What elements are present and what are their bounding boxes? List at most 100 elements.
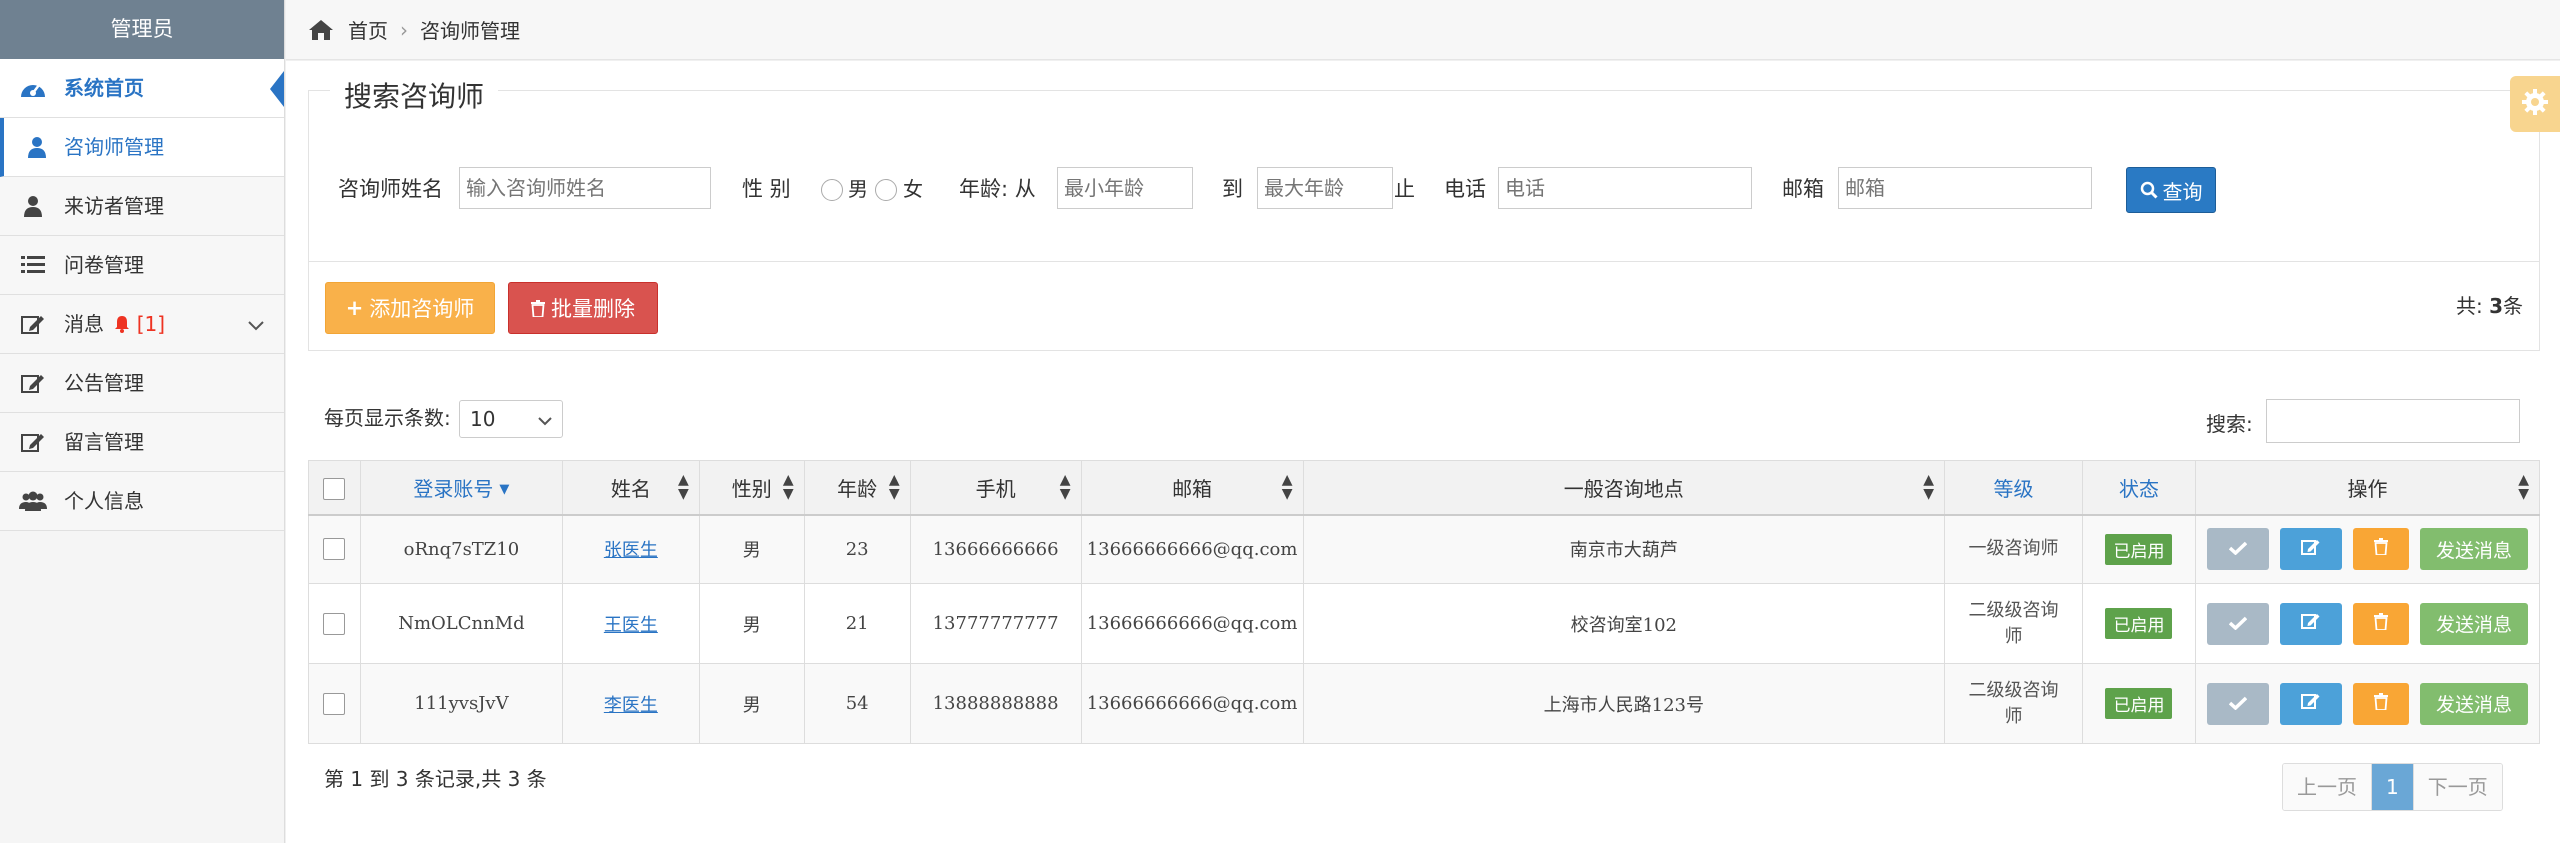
query-button[interactable]: 查询 (2126, 167, 2216, 213)
total-suffix: 条 (2503, 294, 2523, 318)
sidebar-item-profile[interactable]: 个人信息 (0, 472, 284, 531)
counselor-name-link[interactable]: 王医生 (604, 615, 658, 636)
gender-female-radio[interactable] (875, 179, 897, 201)
grade-cell: 二级级咨询师 (1944, 663, 2084, 744)
trash-icon (2373, 692, 2388, 715)
column-header-label: 性别 (731, 476, 772, 501)
batch-delete-button[interactable]: 批量删除 (508, 282, 658, 334)
delete-button[interactable] (2352, 602, 2409, 645)
edit-icon (2300, 612, 2321, 635)
message-count-badge: [1] (136, 312, 166, 336)
gender-cell: 男 (698, 583, 805, 664)
counselor-name-input[interactable] (459, 167, 711, 209)
age-to-label: 到 (1222, 177, 1243, 201)
edit-button[interactable] (2279, 602, 2342, 645)
page-number-button[interactable]: 1 (2372, 764, 2414, 810)
sidebar-item-label: 咨询师管理 (64, 135, 164, 159)
send-message-button[interactable]: 发送消息 (2419, 602, 2528, 645)
sidebar-item-comments[interactable]: 留言管理 (0, 413, 284, 472)
sidebar-item-label: 留言管理 (64, 430, 144, 454)
search-icon (2140, 178, 2163, 202)
approve-button[interactable] (2206, 528, 2269, 571)
sidebar-item-label: 公告管理 (64, 371, 144, 395)
age-cell: 23 (803, 514, 911, 584)
approve-button[interactable] (2206, 602, 2269, 645)
sidebar-item-visitors[interactable]: 来访者管理 (0, 177, 284, 236)
column-header-gender[interactable]: 性别 ▲ ▼ (698, 460, 805, 516)
prev-page-button[interactable]: 上一页 (2283, 764, 2372, 810)
column-header-email[interactable]: 邮箱 ▲ ▼ (1080, 460, 1304, 516)
account-cell: oRnq7sTZ10 (359, 514, 563, 584)
sidebar-item-questionnaires[interactable]: 问卷管理 (0, 236, 284, 295)
age-cell: 54 (803, 663, 911, 744)
row-select-cell (308, 514, 361, 584)
grade-text: 一级咨询师 (1968, 538, 2059, 560)
send-message-button[interactable]: 发送消息 (2419, 528, 2528, 571)
settings-gear-button[interactable] (2510, 76, 2560, 132)
sidebar-item-label: 来访者管理 (64, 194, 164, 218)
name-cell: 王医生 (561, 583, 700, 664)
check-icon (2228, 693, 2248, 715)
name-cell: 李医生 (561, 663, 700, 744)
user-icon (18, 177, 48, 235)
phone-label: 电话 (1444, 177, 1486, 201)
edit-button[interactable] (2279, 528, 2342, 571)
per-page-label: 每页显示条数: (324, 406, 451, 430)
column-header-name[interactable]: 姓名 ▲ ▼ (561, 460, 700, 516)
send-message-button[interactable]: 发送消息 (2419, 682, 2528, 725)
select-all-checkbox[interactable] (323, 477, 346, 500)
email-cell: 13666666666@qq.com (1080, 514, 1304, 584)
delete-button[interactable] (2352, 528, 2409, 571)
row-checkbox[interactable] (323, 538, 346, 561)
column-header-age[interactable]: 年龄 ▲ ▼ (803, 460, 911, 516)
phone-cell: 13888888888 (909, 663, 1082, 744)
row-checkbox[interactable] (323, 692, 346, 715)
edit-button[interactable] (2279, 682, 2342, 725)
phone-input[interactable] (1498, 167, 1752, 209)
column-header-actions[interactable]: 操作 ▲ ▼ (2194, 460, 2541, 516)
sidebar-item-counselors[interactable]: 咨询师管理 (0, 118, 284, 177)
breadcrumb-home-link[interactable]: 首页 (348, 15, 388, 44)
sort-icon: ▲ ▼ (1281, 472, 1293, 503)
grade-text: 二级级咨询师 (1968, 679, 2059, 727)
max-age-input[interactable] (1257, 167, 1393, 209)
column-header-location[interactable]: 一般咨询地点 ▲ ▼ (1302, 460, 1946, 516)
column-header-account[interactable]: 登录账号 ▼ (359, 460, 563, 516)
age-cell: 21 (803, 583, 911, 664)
gender-male-radio[interactable] (821, 179, 843, 201)
chevron-down-icon[interactable] (248, 295, 264, 353)
approve-button[interactable] (2206, 682, 2269, 725)
dashboard-icon (18, 59, 48, 117)
plus-icon: + (345, 296, 364, 320)
min-age-input[interactable] (1057, 167, 1193, 209)
gear-icon (2520, 87, 2550, 122)
home-icon[interactable] (308, 19, 334, 41)
delete-button[interactable] (2352, 682, 2409, 725)
account-cell: NmOLCnnMd (359, 583, 563, 664)
table-search-input[interactable] (2266, 399, 2520, 443)
next-page-button[interactable]: 下一页 (2413, 764, 2502, 810)
email-input[interactable] (1838, 167, 2092, 209)
edit-icon (18, 295, 48, 353)
action-panel: + 添加咨询师 批量删除 共: 3条 (308, 261, 2540, 351)
add-counselor-button[interactable]: + 添加咨询师 (325, 282, 495, 334)
sort-icon: ▲ ▼ (888, 472, 900, 503)
column-header-phone[interactable]: 手机 ▲ ▼ (909, 460, 1082, 516)
counselor-name-link[interactable]: 李医生 (604, 695, 658, 716)
sidebar-item-home[interactable]: 系统首页 (0, 59, 284, 118)
sidebar-item-messages[interactable]: 消息 [1] (0, 295, 284, 354)
user-icon (22, 118, 52, 176)
status-badge: 已启用 (2105, 688, 2173, 719)
check-icon (2228, 538, 2248, 560)
sidebar-item-announcements[interactable]: 公告管理 (0, 354, 284, 413)
row-checkbox[interactable] (323, 612, 346, 635)
counselor-name-link[interactable]: 张医生 (604, 540, 658, 561)
edit-icon (18, 354, 48, 412)
chevron-down-icon (538, 401, 552, 437)
column-header-label: 年龄 (837, 476, 878, 501)
per-page-select[interactable]: 10 (459, 400, 563, 438)
actions-cell: 发送消息 (2194, 583, 2541, 664)
age-end-label: 止 (1394, 177, 1415, 201)
breadcrumb: 首页 › 咨询师管理 (286, 0, 2560, 60)
records-summary: 第 1 到 3 条记录,共 3 条 (324, 767, 547, 791)
